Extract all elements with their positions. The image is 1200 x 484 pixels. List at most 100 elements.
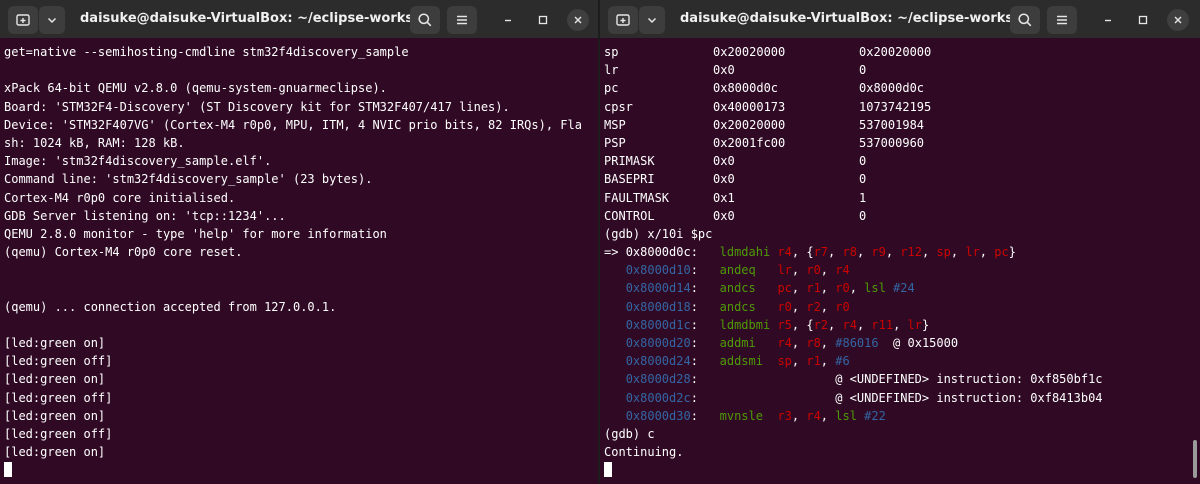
register-value: 537001984 [859, 117, 925, 132]
instruction-mnemonic: lsl [864, 281, 886, 296]
terminal-window-right[interactable]: daisuke@daisuke-VirtualBox: ~/eclipse-wo… [600, 0, 1200, 484]
instruction-text: , [828, 245, 843, 260]
minimize-button[interactable] [497, 9, 519, 31]
terminal-line: [led:green off] [4, 390, 113, 405]
terminal-line: Image: 'stm32f4discovery_sample.elf'. [4, 154, 272, 169]
terminal-line: Cortex-M4 r0p0 core initialised. [4, 190, 236, 205]
terminal-window-left[interactable]: daisuke@daisuke-VirtualBox: ~/eclipse-wo… [0, 0, 598, 484]
register-value: 537000960 [859, 135, 925, 150]
maximize-button[interactable] [532, 9, 554, 31]
instruction-text: , [950, 245, 966, 260]
terminal-line: (qemu) Cortex-M4 r0p0 core reset. [4, 245, 243, 260]
titlebar[interactable]: daisuke@daisuke-VirtualBox: ~/eclipse-wo… [0, 0, 598, 38]
instruction-mnemonic: lsl [835, 408, 857, 423]
instruction-text: , [820, 299, 836, 314]
instruction-text: : @ <UNDEFINED> instruction: 0xf850bf1c [690, 372, 1103, 387]
titlebar[interactable]: daisuke@daisuke-VirtualBox: ~/eclipse-wo… [600, 0, 1200, 38]
register-name: PRIMASK [604, 154, 655, 169]
terminal-output[interactable]: get=native --semihosting-cmdline stm32f4… [4, 43, 598, 480]
instruction-register: r0 [835, 281, 850, 296]
register-row: BASEPRI 0x0 0 [604, 170, 1200, 188]
instruction-mnemonic: andeq [719, 263, 756, 278]
terminal-line: Continuing. [604, 445, 684, 460]
new-tab-button[interactable] [608, 6, 638, 34]
instruction-address: 0x8000d10 [625, 263, 691, 278]
register-value: 0x20020000 [859, 45, 932, 59]
new-tab-button[interactable] [8, 6, 38, 34]
terminal-line: [led:green off] [4, 354, 113, 369]
pc-marker [604, 391, 626, 405]
menu-button[interactable] [447, 6, 477, 34]
search-icon [418, 13, 432, 27]
disasm-line: 0x8000d2c: @ <UNDEFINED> instruction: 0x… [604, 389, 1200, 407]
instruction-text: : [690, 281, 720, 296]
instruction-text: , [791, 408, 807, 423]
chevron-down-icon [47, 17, 57, 24]
menu-button[interactable] [1047, 6, 1077, 34]
register-hex: 0x0 [713, 154, 735, 169]
instruction-text: , [791, 336, 807, 350]
instruction-text: : [690, 336, 720, 350]
minimize-icon [1105, 19, 1111, 22]
pc-marker [604, 318, 626, 332]
cursor-line [4, 461, 598, 479]
terminal-line: (qemu) ... connection accepted from 127.… [4, 299, 337, 314]
terminal-line: [led:green on] [4, 445, 106, 460]
instruction-address: 0x8000d0c [625, 245, 691, 260]
new-tab-icon [616, 14, 630, 26]
instruction-register: r1 [806, 354, 821, 369]
instruction-text: : [690, 263, 720, 278]
instruction-text: , { [791, 245, 814, 260]
instruction-register: pc [777, 281, 792, 296]
instruction-text: , [791, 281, 807, 296]
register-row: CONTROL 0x0 0 [604, 207, 1200, 225]
terminal-line: sh: 1024 kB, RAM: 128 kB. [4, 135, 185, 150]
terminal-line: (gdb) c [604, 426, 655, 441]
instruction-text [763, 354, 777, 368]
register-name: CONTROL [604, 208, 655, 223]
instruction-register: sp [777, 354, 792, 369]
maximize-icon [1138, 15, 1148, 25]
instruction-text [763, 409, 777, 423]
maximize-icon [538, 15, 548, 25]
instruction-text: , [856, 245, 872, 260]
terminal-line: [led:green on] [4, 336, 106, 350]
pc-marker [604, 300, 626, 314]
search-button[interactable] [410, 6, 440, 34]
hamburger-menu-icon [1057, 15, 1067, 25]
disasm-line: 0x8000d18: andcs r0, r2, r0 [604, 298, 1200, 316]
minimize-button[interactable] [1097, 9, 1119, 31]
register-name: pc [604, 81, 619, 96]
instruction-text: , [820, 263, 836, 278]
instruction-text: : [690, 299, 720, 314]
pc-marker [604, 354, 626, 368]
terminal-output[interactable]: sp 0x20020000 0x20020000 lr 0x0 0 pc 0x8000d0c 0… [604, 43, 1200, 480]
instruction-text: , [885, 245, 901, 260]
instruction-register: r11 [871, 317, 894, 332]
instruction-register: r12 [900, 245, 922, 260]
tab-menu-button[interactable] [639, 6, 665, 34]
register-name: PSP [604, 135, 626, 150]
instruction-register: r4 [777, 245, 792, 260]
instruction-immediate: #86016 [835, 336, 879, 350]
register-row: sp 0x20020000 0x20020000 [604, 43, 1200, 61]
terminal-cursor [4, 462, 12, 478]
instruction-text: , [791, 263, 807, 278]
close-button[interactable] [1167, 9, 1189, 31]
close-button[interactable] [567, 9, 589, 31]
instruction-register: lr [777, 263, 792, 278]
instruction-text: , [820, 336, 836, 350]
search-button[interactable] [1010, 6, 1040, 34]
instruction-mnemonic: ldmdahi [719, 245, 771, 260]
instruction-register: sp [936, 245, 951, 260]
tab-menu-button[interactable] [39, 6, 65, 34]
disasm-line: 0x8000d10: andeq lr, r0, r4 [604, 261, 1200, 279]
scrollbar[interactable] [1193, 440, 1197, 478]
register-name: cpsr [604, 99, 633, 114]
instruction-register: r5 [777, 317, 792, 332]
maximize-button[interactable] [1132, 9, 1154, 31]
instruction-text: @ 0x15000 [878, 336, 959, 350]
pc-marker [604, 336, 626, 350]
instruction-address: 0x8000d24 [625, 354, 691, 369]
